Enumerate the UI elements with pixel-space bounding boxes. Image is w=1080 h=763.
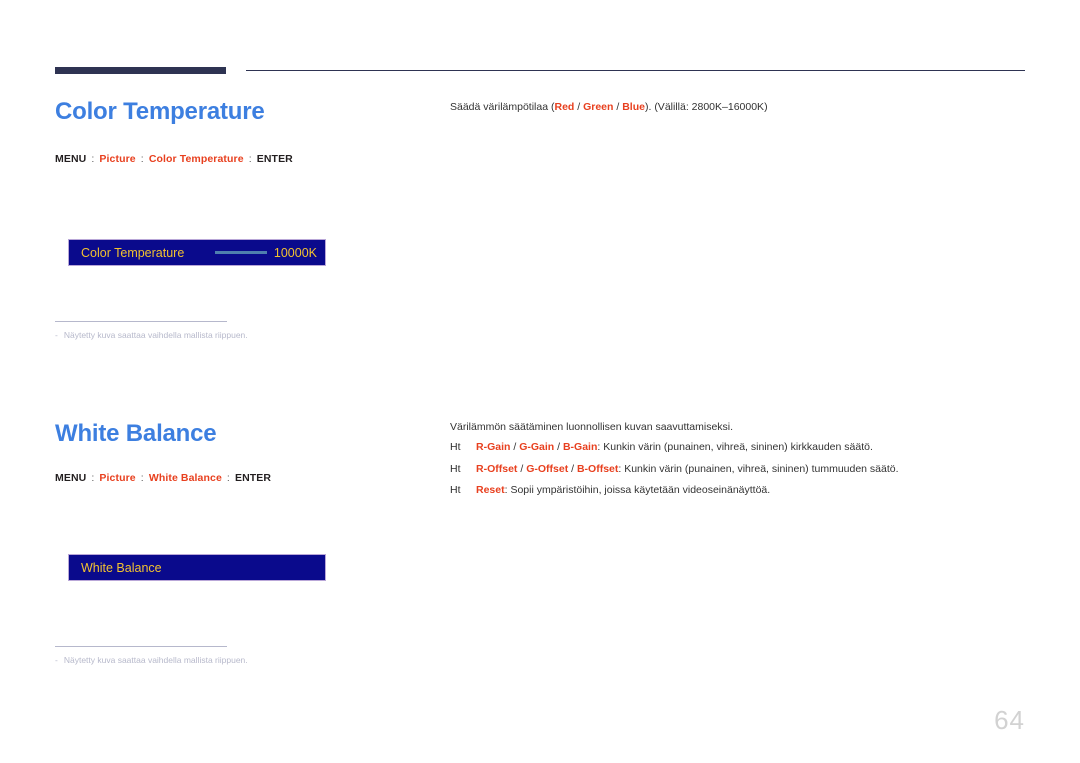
list-item: Ht Reset: Sopii ympäristöihin, joissa kä… [450, 485, 1030, 497]
list-item: Ht R-Gain / G-Gain / B-Gain: Kunkin väri… [450, 441, 1030, 454]
menu-path-item-picture: Picture [99, 153, 136, 165]
option-term-g-offset: G-Offset [526, 462, 569, 475]
description-prefix: Säädä värilämpötilaa ( [450, 101, 555, 113]
option-term-b-offset: B-Offset [576, 462, 619, 475]
footnote-white-balance: - Näytetty kuva saattaa vaihdella mallis… [55, 646, 248, 665]
menu-path-separator-icon: : [140, 153, 144, 165]
page-number: 64 [994, 705, 1025, 735]
osd-slider-color-temperature[interactable] [184, 251, 274, 254]
option-slash: / [568, 462, 577, 475]
menu-path-separator-icon: : [91, 472, 95, 484]
description-prefix: Värilämmön säätäminen luonnollisen kuvan… [450, 421, 734, 433]
option-term-g-gain: G-Gain [519, 441, 555, 454]
white-balance-option-list: Ht R-Gain / G-Gain / B-Gain: Kunkin väri… [450, 441, 1030, 497]
option-description: : Kunkin värin (punainen, vihreä, sinine… [597, 441, 873, 454]
osd-row-white-balance: White Balance [68, 554, 326, 581]
option-description: : Kunkin värin (punainen, vihreä, sinine… [618, 462, 899, 475]
menu-path-item-color-temperature: Color Temperature [148, 153, 244, 165]
menu-path-color-temperature: MENU : Picture : Color Temperature : ENT… [55, 153, 435, 165]
menu-path-separator-icon: : [226, 472, 230, 484]
osd-label-white-balance: White Balance [81, 560, 162, 575]
menu-path-item-picture: Picture [99, 472, 136, 484]
menu-path-white-balance: MENU : Picture : White Balance : ENTER [55, 472, 435, 484]
description-slash: / [613, 101, 623, 113]
osd-label-color-temperature: Color Temperature [81, 245, 185, 260]
list-item-text: R-Offset / G-Offset / B-Offset: Kunkin v… [476, 462, 899, 476]
footnote-color-temperature: - Näytetty kuva saattaa vaihdella mallis… [55, 321, 248, 340]
option-term-r-offset: R-Offset [476, 462, 518, 475]
description-line: Värilämmön säätäminen luonnollisen kuvan… [450, 420, 1030, 435]
option-term-r-gain: R-Gain [476, 441, 511, 454]
footnote-dash: - [55, 655, 58, 665]
list-item-text: Reset: Sopii ympäristöihin, joissa käyte… [476, 485, 770, 497]
osd-row-color-temperature: Color Temperature 10000K [68, 239, 326, 266]
description-term-blue: Blue [622, 101, 645, 113]
list-item-text: R-Gain / G-Gain / B-Gain: Kunkin värin (… [476, 441, 873, 454]
option-slash: / [517, 462, 527, 475]
description-white-balance: Värilämmön säätäminen luonnollisen kuvan… [450, 420, 1030, 507]
menu-path-start: MENU [55, 153, 87, 165]
description-line: Säädä värilämpötilaa (Red / Green / Blue… [450, 100, 1030, 115]
osd-white-balance: White Balance [68, 554, 326, 581]
footnote-divider [55, 321, 227, 322]
option-term-b-gain: B-Gain [562, 441, 598, 454]
osd-slider-track [214, 251, 267, 254]
description-suffix: ). (Välillä: 2800K–16000K) [644, 101, 768, 113]
description-color-temperature: Säädä värilämpötilaa (Red / Green / Blue… [450, 100, 1030, 115]
footnote-divider [55, 646, 227, 647]
section-white-balance-left: White Balance [55, 422, 435, 446]
page-title-white-balance: White Balance [55, 420, 217, 447]
section-color-temperature-left: Color Temperature [55, 100, 435, 124]
footnote-text: Näytetty kuva saattaa vaihdella mallista… [63, 330, 248, 340]
description-term-green: Green [583, 101, 614, 113]
option-term-reset: Reset [476, 484, 505, 497]
description-term-red: Red [554, 101, 575, 113]
page-header-rule [0, 0, 1080, 74]
bullet-marker-icon: Ht [450, 441, 461, 454]
menu-path-separator-icon: : [140, 472, 144, 484]
footnote-dash: - [55, 330, 58, 340]
menu-path-item-white-balance: White Balance [148, 472, 222, 484]
option-slash: / [554, 441, 563, 454]
option-slash: / [510, 441, 520, 454]
description-slash: / [574, 101, 584, 113]
bullet-marker-icon: Ht [450, 484, 461, 497]
osd-color-temperature: Color Temperature 10000K [68, 239, 326, 266]
option-description: : Sopii ympäristöihin, joissa käytetään … [504, 484, 771, 497]
menu-path-end: ENTER [256, 153, 293, 165]
footnote-text: Näytetty kuva saattaa vaihdella mallista… [63, 655, 248, 665]
bullet-marker-icon: Ht [450, 462, 461, 475]
page-title-color-temperature: Color Temperature [55, 98, 265, 125]
menu-path-separator-icon: : [91, 153, 95, 165]
menu-path-end: ENTER [234, 472, 272, 484]
menu-path-start: MENU [55, 472, 87, 484]
header-hairline [246, 70, 1025, 71]
list-item: Ht R-Offset / G-Offset / B-Offset: Kunki… [450, 462, 1030, 476]
menu-path-separator-icon: : [248, 153, 252, 165]
header-accent-bar [55, 67, 226, 74]
osd-value-color-temperature: 10000K [273, 245, 317, 260]
